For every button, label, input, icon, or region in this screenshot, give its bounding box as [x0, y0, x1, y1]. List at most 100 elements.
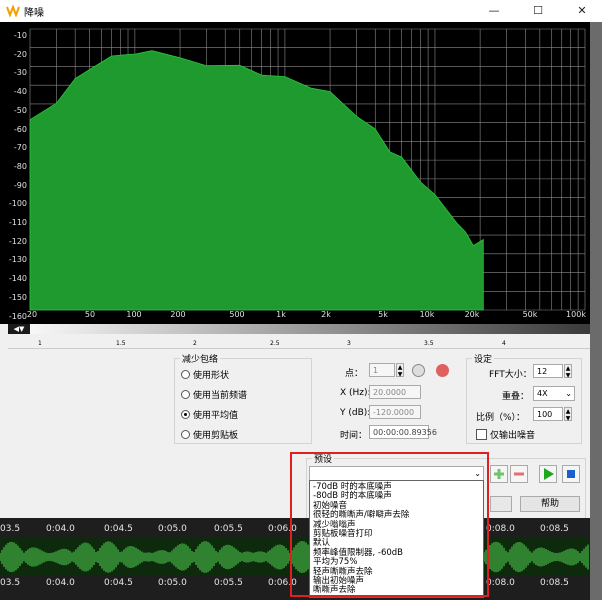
noise-level-slider[interactable]: ◀▼ — [8, 324, 590, 334]
timeline-label: 0:05.5 — [214, 578, 243, 588]
spectrum-graph — [29, 28, 586, 311]
y-axis-tick-label: -110 — [8, 218, 27, 227]
minus-icon — [514, 472, 524, 476]
y-axis-tick-label: -80 — [13, 161, 27, 171]
highlight-box — [290, 452, 489, 597]
settings-label: 设定 — [472, 352, 495, 365]
y-axis-tick-label: -50 — [13, 105, 27, 115]
add-preset-button[interactable] — [490, 465, 508, 483]
ok-button-partial[interactable]: . — [490, 496, 512, 512]
radio-dot[interactable] — [181, 370, 190, 379]
timeline-label: 0:04.0 — [46, 524, 75, 534]
y-axis-tick-label: -90 — [13, 180, 27, 190]
remove-preset-button[interactable] — [510, 465, 528, 483]
y-axis-tick-label: -140 — [8, 274, 27, 284]
x-axis-tick-label: 100 — [126, 310, 142, 319]
output-noise-only-checkbox[interactable]: 仅输出噪音 — [476, 428, 535, 441]
slider-knob[interactable]: ◀▼ — [8, 324, 30, 334]
title-bar: 降噪 — ☐ ✕ — [0, 0, 602, 22]
radio-dot[interactable] — [181, 430, 190, 439]
timeline-label: 0:04.5 — [104, 524, 133, 534]
timeline-label: 0:04.5 — [104, 578, 133, 588]
play-preview-button[interactable] — [539, 465, 557, 483]
y-axis-tick-label: -70 — [13, 143, 27, 153]
time-label: 时间： — [340, 431, 368, 441]
ratio-label: 比例（%）： — [476, 413, 526, 423]
y-axis-tick-label: -130 — [8, 255, 27, 265]
point-spinner[interactable]: ▲ ▼ — [396, 363, 404, 378]
x-axis-tick-label: 20k — [464, 310, 480, 319]
plus-icon — [494, 469, 504, 479]
noise-reduction-window: 降噪 — ☐ ✕ -10 -20 -30 -40 -50 -60 -70 -80 -90 -100… — [0, 0, 602, 600]
timeline-label: 0:08.0 — [486, 578, 515, 588]
radio-dot[interactable] — [181, 390, 190, 399]
remove-point-icon[interactable] — [436, 364, 449, 377]
envelope-option-label: 使用平均值 — [193, 411, 239, 421]
fft-size-label: FFT大小： — [489, 370, 532, 380]
scale-tick-label: 1 — [38, 340, 42, 347]
x-axis-tick-label: 5k — [378, 310, 388, 319]
window-title: 降噪 — [24, 8, 44, 19]
x-axis-tick-label: 200 — [170, 310, 186, 319]
timeline-label: 0:08.0 — [486, 524, 515, 534]
envelope-option-radio[interactable]: 使用形状 — [181, 368, 229, 381]
x-axis-tick-label: 100k — [566, 310, 586, 319]
play-icon — [544, 468, 554, 480]
scale-tick-label: 3.5 — [424, 340, 434, 347]
timeline-label: 0:05.0 — [158, 524, 187, 534]
scale-tick-label: 3 — [347, 340, 351, 347]
checkbox-box[interactable] — [476, 429, 487, 440]
overlap-label: 重叠： — [502, 392, 530, 402]
timeline-label: 03.5 — [0, 578, 21, 588]
x-hz-label: X (Hz): — [340, 388, 371, 398]
x-axis-tick-label: 2k — [321, 310, 331, 319]
x-axis-tick-label: 50k — [522, 310, 538, 319]
x-hz-input[interactable]: 20.0000 — [369, 385, 421, 399]
close-button[interactable]: ✕ — [566, 0, 598, 22]
radio-dot[interactable] — [181, 410, 190, 419]
y-axis-tick-label: -100 — [8, 199, 27, 209]
timeline-label: 03.5 — [0, 524, 21, 534]
y-axis-tick-label: -40 — [13, 87, 27, 97]
scale-tick-label: 1.5 — [116, 340, 126, 347]
timeline-label: 0:04.0 — [46, 578, 75, 588]
reduce-envelope-label: 减少包络 — [180, 352, 221, 365]
overlap-value: 4X — [537, 389, 548, 398]
fft-size-input[interactable]: 12 — [533, 364, 563, 378]
scale-tick-label: 2.5 — [270, 340, 280, 347]
x-axis-tick-label: 20 — [26, 310, 38, 319]
overlap-select[interactable]: 4X ⌄ — [533, 386, 575, 401]
fft-size-spinner[interactable]: ▲ ▼ — [564, 364, 572, 379]
y-db-input[interactable]: -120.0000 — [369, 405, 421, 419]
envelope-option-label: 使用形状 — [193, 371, 230, 381]
background-app-strip — [590, 22, 602, 600]
spectrum-fill — [29, 50, 484, 311]
envelope-option-radio[interactable]: 使用剪贴板 — [181, 428, 238, 441]
time-input[interactable]: 00:00:00.89356 — [369, 425, 437, 439]
chevron-down-icon: ⌄ — [565, 389, 572, 398]
point-input[interactable]: 1 — [369, 363, 395, 377]
timeline-label: 0:08.5 — [540, 578, 569, 588]
timeline-label: 0:08.5 — [540, 524, 569, 534]
minimize-button[interactable]: — — [478, 0, 510, 22]
help-button[interactable]: 帮助 — [520, 496, 580, 512]
stop-preview-button[interactable] — [562, 465, 580, 483]
x-axis-tick-label: 50 — [84, 310, 96, 319]
timeline-label: 0:05.0 — [158, 578, 187, 588]
scale-tick-label: 2 — [193, 340, 197, 347]
envelope-option-radio[interactable]: 使用平均值 — [181, 408, 238, 421]
maximize-button[interactable]: ☐ — [522, 0, 554, 22]
spectrum-plot[interactable]: -10 -20 -30 -40 -50 -60 -70 -80 -90 -100 -110 -120 -… — [0, 22, 590, 324]
app-logo-icon — [6, 5, 20, 17]
ratio-input[interactable]: 100 — [533, 407, 563, 421]
add-point-icon[interactable] — [412, 364, 425, 377]
envelope-option-radio[interactable]: 使用当前频谱 — [181, 388, 247, 401]
y-axis-tick-label: -120 — [8, 236, 27, 246]
envelope-option-label: 使用当前频谱 — [193, 391, 248, 401]
x-axis-tick-label: 10k — [419, 310, 435, 319]
point-label: 点： — [345, 369, 364, 379]
ratio-spinner[interactable]: ▲ ▼ — [564, 407, 572, 422]
y-axis-tick-label: -150 — [8, 292, 27, 302]
y-db-label: Y (dB): — [340, 408, 371, 418]
y-axis-tick-label: -30 — [13, 68, 27, 78]
